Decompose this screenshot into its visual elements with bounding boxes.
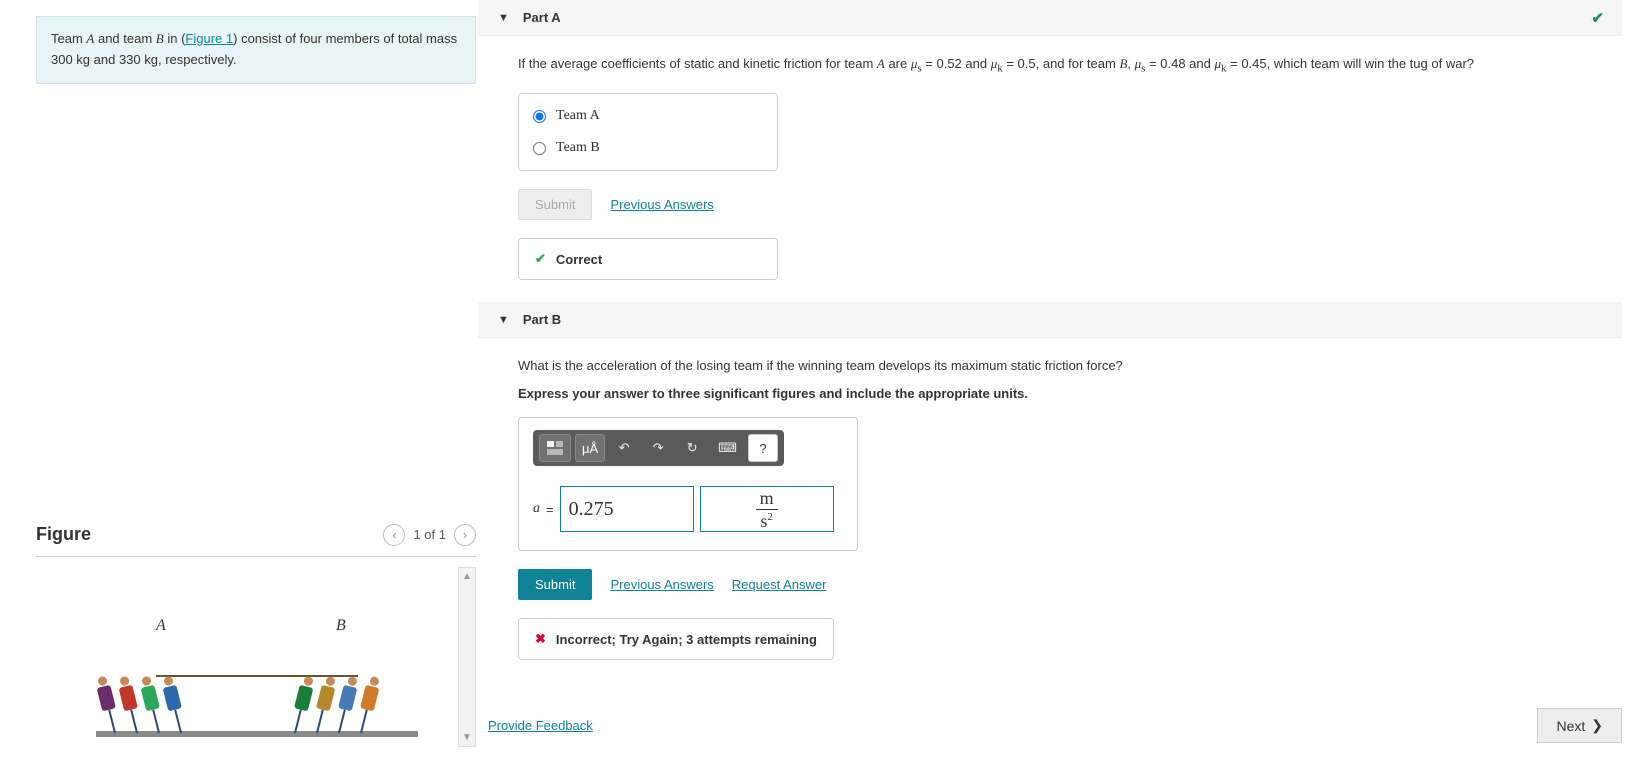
undo-button[interactable]: ↶: [609, 434, 639, 462]
figure-title: Figure: [36, 524, 91, 545]
problem-statement: Team A and team B in (Figure 1) consist …: [36, 16, 476, 84]
part-b-instruction: Express your answer to three significant…: [518, 384, 1592, 404]
feedback-incorrect: ✖ Incorrect; Try Again; 3 attempts remai…: [518, 618, 834, 660]
template-button[interactable]: [539, 434, 571, 462]
chevron-right-icon: ❯: [1591, 717, 1603, 734]
feedback-correct: ✔ Correct: [518, 238, 778, 280]
figure-pager: 1 of 1: [413, 527, 446, 542]
unit-input[interactable]: m s2: [700, 486, 834, 532]
caret-down-icon: ▼: [498, 314, 509, 326]
help-button[interactable]: ?: [748, 434, 778, 462]
figure-next-button[interactable]: ›: [454, 524, 476, 546]
part-b-question: What is the acceleration of the losing t…: [518, 356, 1592, 376]
part-a-header[interactable]: ▼ Part A ✔: [478, 0, 1622, 36]
answer-choices: Team A Team B: [518, 93, 778, 171]
part-b-title: Part B: [523, 312, 561, 327]
provide-feedback-link[interactable]: Provide Feedback: [488, 718, 593, 733]
submit-button-a: Submit: [518, 189, 592, 220]
figure-link[interactable]: Figure 1: [185, 31, 233, 46]
choice-team-b[interactable]: Team B: [519, 132, 777, 164]
next-button[interactable]: Next❯: [1537, 708, 1622, 743]
previous-answers-link-b[interactable]: Previous Answers: [610, 577, 713, 592]
reset-button[interactable]: ↻: [677, 434, 707, 462]
submit-button-b[interactable]: Submit: [518, 569, 592, 600]
figure-prev-button[interactable]: ‹: [383, 524, 405, 546]
equation-editor: μÅ ↶ ↷ ↻ ⌨ ? a = 0.275 m s2: [518, 417, 858, 551]
scroll-up-icon[interactable]: ▲: [462, 571, 472, 582]
figure-scrollbar[interactable]: ▲ ▼: [458, 567, 476, 747]
symbols-button[interactable]: μÅ: [575, 434, 605, 462]
radio-team-b[interactable]: [533, 142, 546, 155]
figure-label-a: A: [156, 617, 166, 635]
variable-label: a: [533, 501, 540, 517]
previous-answers-link-a[interactable]: Previous Answers: [610, 197, 713, 212]
check-icon: ✔: [1591, 9, 1604, 27]
part-a-title: Part A: [523, 10, 561, 25]
equals-label: =: [546, 502, 554, 517]
choice-team-a[interactable]: Team A: [519, 100, 777, 132]
keyboard-button[interactable]: ⌨: [711, 434, 744, 462]
x-icon: ✖: [535, 631, 546, 647]
figure-label-b: B: [336, 617, 346, 635]
figure-image: A B: [36, 567, 458, 747]
editor-toolbar: μÅ ↶ ↷ ↻ ⌨ ?: [533, 430, 784, 466]
check-icon: ✔: [535, 251, 546, 267]
caret-down-icon: ▼: [498, 12, 509, 24]
value-input[interactable]: 0.275: [560, 486, 694, 532]
request-answer-link[interactable]: Request Answer: [732, 577, 827, 592]
redo-button[interactable]: ↷: [643, 434, 673, 462]
scroll-down-icon[interactable]: ▼: [462, 732, 472, 743]
radio-team-a[interactable]: [533, 110, 546, 123]
part-b-header[interactable]: ▼ Part B: [478, 302, 1622, 338]
part-a-question: If the average coefficients of static an…: [518, 54, 1592, 77]
